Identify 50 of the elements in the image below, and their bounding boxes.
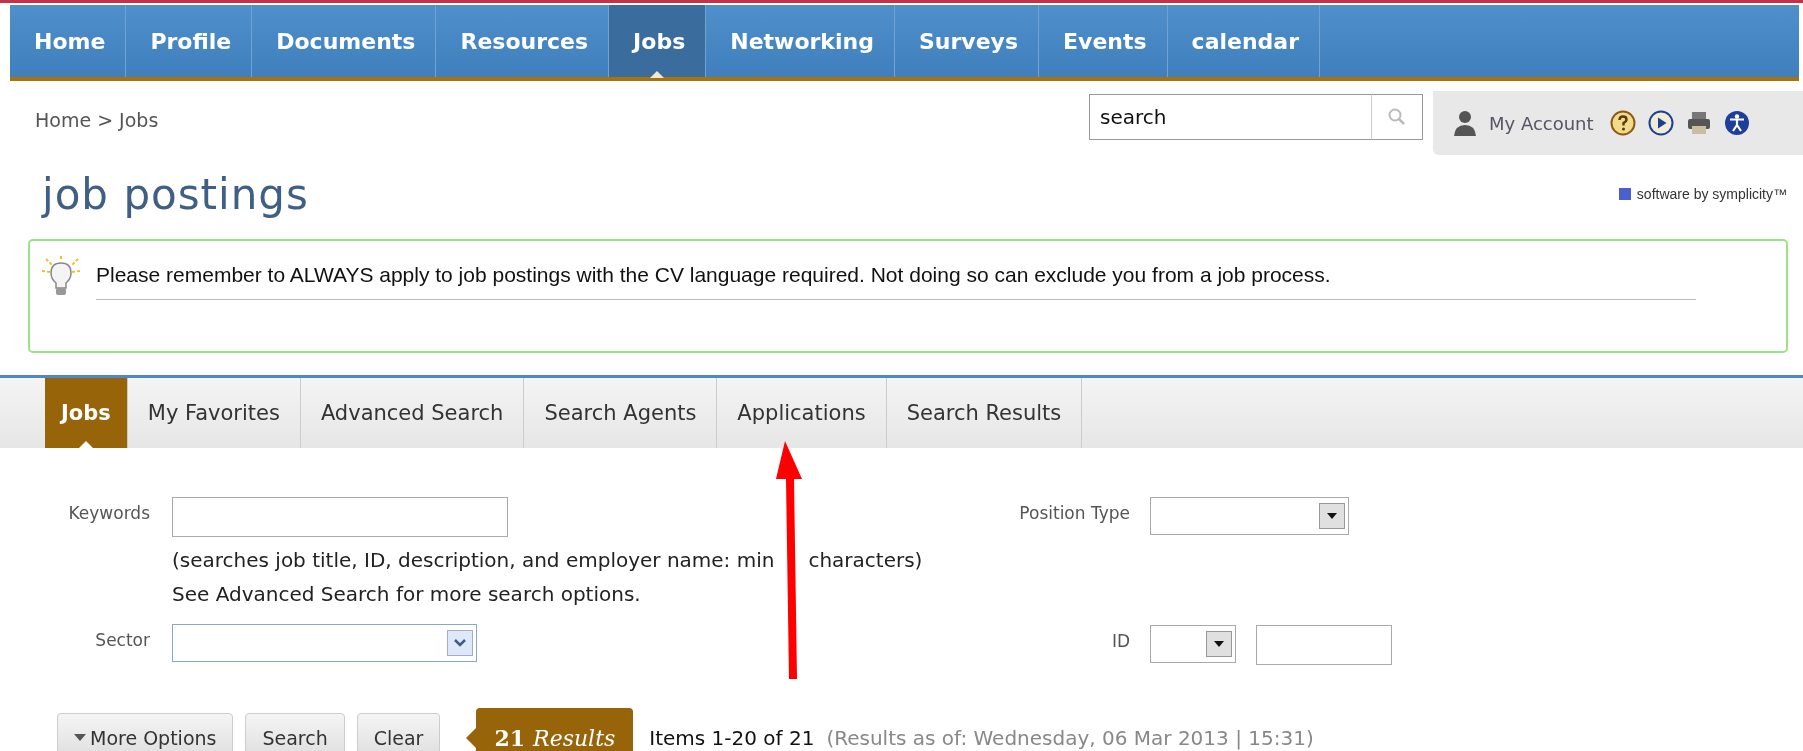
- nav-tab[interactable]: Profile: [126, 5, 253, 77]
- nav-tab[interactable]: Surveys: [894, 5, 1040, 77]
- nav-tab[interactable]: Jobs: [609, 5, 707, 77]
- tab[interactable]: Jobs: [45, 378, 128, 448]
- results-badge: 21 Results: [476, 708, 634, 751]
- search-icon: [1387, 107, 1407, 127]
- tab[interactable]: Advanced Search: [300, 378, 525, 448]
- field-label: Keywords: [67, 503, 150, 523]
- items-count: Items 1-20 of 21: [649, 726, 815, 750]
- keywords-field[interactable]: [172, 497, 508, 537]
- page-title: job postings: [42, 169, 309, 219]
- play-icon[interactable]: [1647, 110, 1674, 136]
- field-label: Sector: [94, 630, 150, 650]
- tab[interactable]: Search Results: [886, 378, 1083, 448]
- action-button[interactable]: More Options: [57, 713, 234, 751]
- nav-tab[interactable]: Networking: [706, 5, 895, 77]
- field-label: ID: [1110, 631, 1130, 651]
- accessibility-icon[interactable]: [1723, 110, 1750, 136]
- search-button[interactable]: [1371, 94, 1423, 140]
- printer-icon[interactable]: [1685, 110, 1712, 136]
- field-label: Position Type: [1018, 503, 1130, 523]
- sector-dropdown[interactable]: [172, 624, 477, 662]
- tab[interactable]: Search Agents: [524, 378, 718, 448]
- id-dropdown[interactable]: [1150, 625, 1236, 663]
- tab[interactable]: My Favorites: [127, 378, 301, 448]
- nav-tab[interactable]: Home: [10, 5, 127, 77]
- position-type-dropdown[interactable]: [1150, 497, 1349, 535]
- square-icon: [1618, 188, 1631, 200]
- search-field[interactable]: search: [1089, 94, 1371, 140]
- results-timestamp: (Results as of: Wednesday, 06 Mar 2013 | 15:31): [826, 726, 1314, 750]
- nav-tab[interactable]: calendar: [1167, 5, 1321, 77]
- brand-text: software by symplicity™: [1636, 186, 1787, 202]
- chevron-down-icon: [453, 638, 467, 648]
- my-account-link[interactable]: My Account: [1489, 112, 1594, 134]
- caret-down-icon: [74, 734, 86, 742]
- hint-text: characters): [808, 547, 923, 573]
- caret-down-icon: [1326, 512, 1338, 520]
- action-button[interactable]: Clear: [356, 713, 441, 751]
- person-icon: [1453, 110, 1477, 136]
- action-button[interactable]: Search: [245, 713, 345, 751]
- id-field[interactable]: [1256, 625, 1392, 665]
- nav-tab[interactable]: Events: [1039, 5, 1168, 77]
- badge-pointer-icon: [466, 728, 477, 748]
- breadcrumb: Home > Jobs: [35, 109, 159, 131]
- caret-down-icon: [1213, 640, 1225, 648]
- notice-text: Please remember to ALWAYS apply to job postings with the CV language required. Not doing so can exclude you from a job process.: [96, 263, 1331, 286]
- hint-text: See Advanced Search for more search options.: [172, 581, 642, 607]
- nav-tab[interactable]: Documents: [252, 5, 437, 77]
- help-icon[interactable]: [1609, 110, 1636, 136]
- hint-text: (searches job title, ID, description, and employer name: min: [172, 547, 775, 573]
